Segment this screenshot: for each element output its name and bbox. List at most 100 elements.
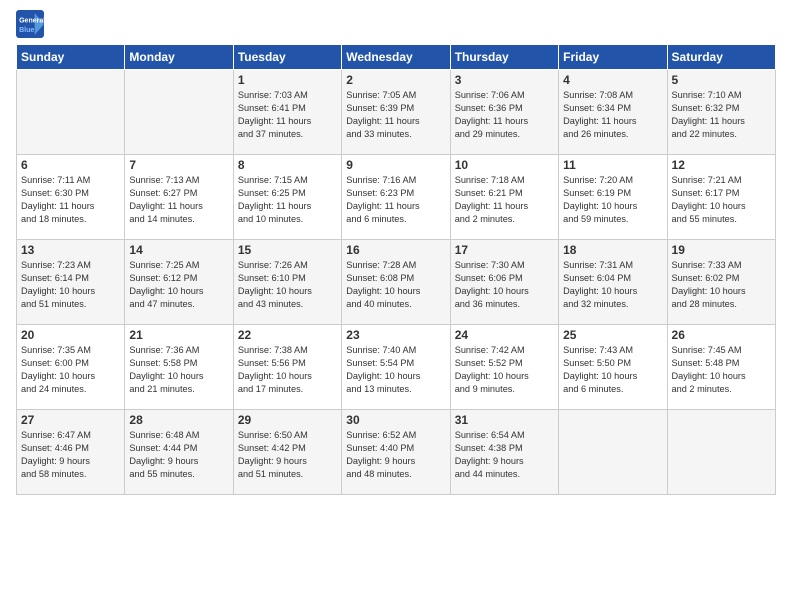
day-header-friday: Friday xyxy=(559,45,667,70)
cell-content-line: Daylight: 9 hours xyxy=(238,455,337,468)
cell-content-line: and 51 minutes. xyxy=(21,298,120,311)
cell-content-line: Sunrise: 7:21 AM xyxy=(672,174,771,187)
cell-content-line: Daylight: 10 hours xyxy=(672,285,771,298)
day-number: 17 xyxy=(455,243,554,257)
cell-1-1 xyxy=(17,70,125,155)
cell-3-4: 16Sunrise: 7:28 AMSunset: 6:08 PMDayligh… xyxy=(342,240,450,325)
cell-content-line: Daylight: 11 hours xyxy=(455,200,554,213)
cell-5-6 xyxy=(559,410,667,495)
svg-text:General: General xyxy=(19,17,44,24)
cell-content-line: Sunset: 6:23 PM xyxy=(346,187,445,200)
day-number: 15 xyxy=(238,243,337,257)
cell-content-line: and 21 minutes. xyxy=(129,383,228,396)
day-number: 25 xyxy=(563,328,662,342)
day-number: 2 xyxy=(346,73,445,87)
day-number: 14 xyxy=(129,243,228,257)
cell-content-line: Daylight: 10 hours xyxy=(129,370,228,383)
cell-content-line: Daylight: 11 hours xyxy=(238,200,337,213)
cell-3-5: 17Sunrise: 7:30 AMSunset: 6:06 PMDayligh… xyxy=(450,240,558,325)
cell-content-line: Daylight: 10 hours xyxy=(21,285,120,298)
cell-content-line: Sunset: 6:39 PM xyxy=(346,102,445,115)
cell-content-line: Sunrise: 7:45 AM xyxy=(672,344,771,357)
cell-content-line: Sunset: 6:19 PM xyxy=(563,187,662,200)
cell-content-line: Sunset: 4:44 PM xyxy=(129,442,228,455)
cell-content-line: Sunrise: 7:20 AM xyxy=(563,174,662,187)
cell-content-line: and 22 minutes. xyxy=(672,128,771,141)
day-number: 26 xyxy=(672,328,771,342)
day-number: 19 xyxy=(672,243,771,257)
day-number: 23 xyxy=(346,328,445,342)
day-number: 7 xyxy=(129,158,228,172)
day-header-thursday: Thursday xyxy=(450,45,558,70)
cell-content-line: Sunrise: 7:36 AM xyxy=(129,344,228,357)
logo-icon: General Blue xyxy=(16,10,44,38)
cell-content-line: Daylight: 11 hours xyxy=(563,115,662,128)
cell-content-line: Sunset: 5:56 PM xyxy=(238,357,337,370)
day-number: 12 xyxy=(672,158,771,172)
cell-content-line: and 18 minutes. xyxy=(21,213,120,226)
day-header-tuesday: Tuesday xyxy=(233,45,341,70)
day-number: 30 xyxy=(346,413,445,427)
day-number: 22 xyxy=(238,328,337,342)
cell-content-line: and 6 minutes. xyxy=(346,213,445,226)
week-row-4: 20Sunrise: 7:35 AMSunset: 6:00 PMDayligh… xyxy=(17,325,776,410)
cell-content-line: and 33 minutes. xyxy=(346,128,445,141)
cell-content-line: Sunset: 4:38 PM xyxy=(455,442,554,455)
cell-2-2: 7Sunrise: 7:13 AMSunset: 6:27 PMDaylight… xyxy=(125,155,233,240)
cell-5-2: 28Sunrise: 6:48 AMSunset: 4:44 PMDayligh… xyxy=(125,410,233,495)
cell-content-line: Sunrise: 6:52 AM xyxy=(346,429,445,442)
cell-4-5: 24Sunrise: 7:42 AMSunset: 5:52 PMDayligh… xyxy=(450,325,558,410)
day-number: 1 xyxy=(238,73,337,87)
cell-1-2 xyxy=(125,70,233,155)
day-number: 16 xyxy=(346,243,445,257)
day-number: 4 xyxy=(563,73,662,87)
day-number: 21 xyxy=(129,328,228,342)
cell-content-line: Daylight: 10 hours xyxy=(455,370,554,383)
cell-content-line: Daylight: 10 hours xyxy=(129,285,228,298)
cell-2-1: 6Sunrise: 7:11 AMSunset: 6:30 PMDaylight… xyxy=(17,155,125,240)
cell-content-line: and 29 minutes. xyxy=(455,128,554,141)
cell-content-line: Sunset: 4:46 PM xyxy=(21,442,120,455)
cell-content-line: Sunrise: 7:06 AM xyxy=(455,89,554,102)
cell-content-line: Sunrise: 7:26 AM xyxy=(238,259,337,272)
cell-1-5: 3Sunrise: 7:06 AMSunset: 6:36 PMDaylight… xyxy=(450,70,558,155)
cell-content-line: Sunset: 6:30 PM xyxy=(21,187,120,200)
cell-content-line: Sunset: 6:21 PM xyxy=(455,187,554,200)
cell-content-line: Sunset: 6:14 PM xyxy=(21,272,120,285)
cell-content-line: Sunset: 6:32 PM xyxy=(672,102,771,115)
cell-content-line: Sunrise: 6:48 AM xyxy=(129,429,228,442)
cell-content-line: Sunset: 6:27 PM xyxy=(129,187,228,200)
cell-content-line: and 14 minutes. xyxy=(129,213,228,226)
cell-content-line: Sunset: 6:06 PM xyxy=(455,272,554,285)
day-number: 11 xyxy=(563,158,662,172)
calendar-table: SundayMondayTuesdayWednesdayThursdayFrid… xyxy=(16,44,776,495)
cell-content-line: Daylight: 10 hours xyxy=(563,370,662,383)
cell-content-line: Sunset: 5:58 PM xyxy=(129,357,228,370)
cell-content-line: Sunset: 6:25 PM xyxy=(238,187,337,200)
cell-5-1: 27Sunrise: 6:47 AMSunset: 4:46 PMDayligh… xyxy=(17,410,125,495)
week-row-5: 27Sunrise: 6:47 AMSunset: 4:46 PMDayligh… xyxy=(17,410,776,495)
day-number: 6 xyxy=(21,158,120,172)
day-number: 24 xyxy=(455,328,554,342)
cell-3-2: 14Sunrise: 7:25 AMSunset: 6:12 PMDayligh… xyxy=(125,240,233,325)
cell-content-line: Sunrise: 7:33 AM xyxy=(672,259,771,272)
day-number: 10 xyxy=(455,158,554,172)
day-number: 18 xyxy=(563,243,662,257)
cell-content-line: and 6 minutes. xyxy=(563,383,662,396)
cell-2-4: 9Sunrise: 7:16 AMSunset: 6:23 PMDaylight… xyxy=(342,155,450,240)
cell-5-3: 29Sunrise: 6:50 AMSunset: 4:42 PMDayligh… xyxy=(233,410,341,495)
cell-3-7: 19Sunrise: 7:33 AMSunset: 6:02 PMDayligh… xyxy=(667,240,775,325)
day-header-monday: Monday xyxy=(125,45,233,70)
day-header-sunday: Sunday xyxy=(17,45,125,70)
header: General Blue xyxy=(16,10,776,38)
cell-content-line: Daylight: 11 hours xyxy=(346,115,445,128)
cell-content-line: Daylight: 10 hours xyxy=(672,370,771,383)
cell-content-line: Sunrise: 7:23 AM xyxy=(21,259,120,272)
cell-content-line: Daylight: 10 hours xyxy=(21,370,120,383)
week-row-1: 1Sunrise: 7:03 AMSunset: 6:41 PMDaylight… xyxy=(17,70,776,155)
cell-content-line: Sunset: 6:08 PM xyxy=(346,272,445,285)
cell-content-line: Sunset: 5:54 PM xyxy=(346,357,445,370)
cell-content-line: Sunset: 6:17 PM xyxy=(672,187,771,200)
cell-content-line: and 55 minutes. xyxy=(129,468,228,481)
cell-content-line: and 43 minutes. xyxy=(238,298,337,311)
